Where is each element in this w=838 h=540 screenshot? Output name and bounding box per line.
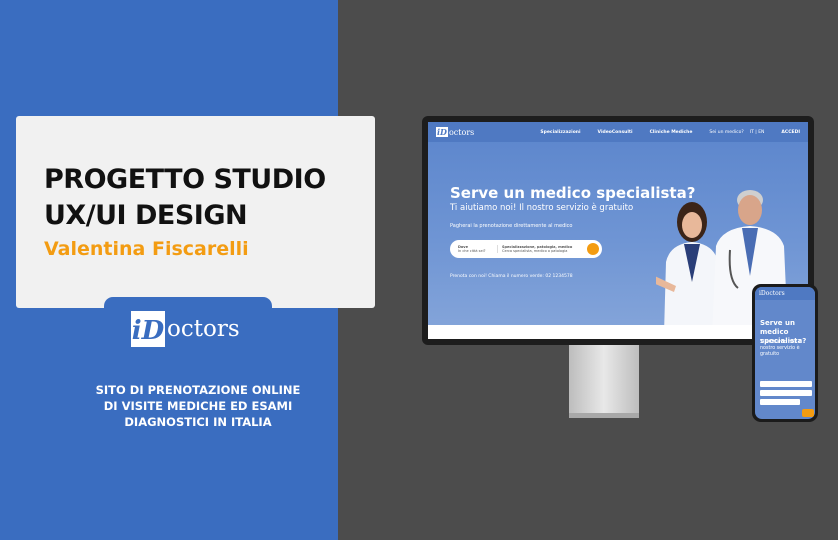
mobile-hero-subtitle: Ti aiutiamo noi! Il nostro servizio è gr… <box>760 340 802 357</box>
tagline: SITO DI PRENOTAZIONE ONLINE DI VISITE ME… <box>38 382 358 430</box>
author-name: Valentina Fiscarelli <box>44 238 249 260</box>
monitor-stand-base <box>569 413 639 418</box>
title-card: PROGETTO STUDIO UX/UI DESIGN Valentina F… <box>16 116 375 308</box>
hero-payment-note: Pagherai la prenotazione direttamente al… <box>450 223 573 229</box>
title-line-2: UX/UI DESIGN <box>44 200 248 231</box>
desktop-screen: iD octors Specializzazioni VideoConsulti … <box>428 122 808 339</box>
mobile-logo[interactable]: iDoctors <box>759 290 785 297</box>
tagline-line-2: DI VISITE MEDICHE ED ESAMI <box>103 399 293 413</box>
logo-initial: i <box>131 316 142 346</box>
search-where-placeholder: In che città sei? <box>458 249 486 253</box>
title-line-1: PROGETTO STUDIO <box>44 164 326 195</box>
nav-item-cliniche[interactable]: Cliniche Mediche <box>650 130 693 135</box>
mobile-screen: iDoctors Serve un medico specialista? Ti… <box>755 287 815 419</box>
search-spec-field[interactable]: Specializzazione, patologia, medico Cerc… <box>498 245 587 253</box>
site-logo-mark: iD <box>436 127 448 137</box>
mobile-search-spec[interactable] <box>760 390 812 396</box>
site-logo[interactable]: iD octors <box>436 127 474 137</box>
idoctors-logo: iD octors <box>131 310 240 348</box>
nav-item-specializzazioni[interactable]: Specializzazioni <box>540 130 580 135</box>
tagline-line-3: DIAGNOSTICI IN ITALIA <box>124 415 272 429</box>
monitor-stand <box>569 345 639 417</box>
mobile-search-where[interactable] <box>760 381 812 387</box>
search-button[interactable] <box>587 243 599 255</box>
nav-item-sei-medico[interactable]: Sei un medico? <box>709 130 743 135</box>
nav-item-videoconsulti[interactable]: VideoConsulti <box>598 130 633 135</box>
hero-phone-line: Prenota con noi! Chiama il numero verde:… <box>450 274 573 279</box>
search-bar[interactable]: Dove In che città sei? Specializzazione,… <box>450 240 602 258</box>
mobile-phone: iDoctors Serve un medico specialista? Ti… <box>752 284 818 422</box>
mobile-search-button[interactable] <box>802 409 814 417</box>
logo-d: D <box>141 316 165 346</box>
logo-text: octors <box>167 316 240 342</box>
hero-subtitle: Ti aiutiamo noi! Il nostro servizio è gr… <box>450 203 634 213</box>
site-logo-text: octors <box>448 127 475 137</box>
tagline-line-1: SITO DI PRENOTAZIONE ONLINE <box>95 383 301 397</box>
mobile-nav: iDoctors <box>755 287 815 300</box>
nav-item-accedi[interactable]: ACCEDI <box>781 130 800 135</box>
screen-footer <box>428 325 808 339</box>
mobile-search-extra[interactable] <box>760 399 800 405</box>
search-where-field[interactable]: Dove In che città sei? <box>458 245 498 253</box>
logo-mark: iD <box>131 311 165 347</box>
site-nav: iD octors Specializzazioni VideoConsulti … <box>428 122 808 142</box>
search-spec-placeholder: Cerca specialista, medico o patologia <box>502 249 568 253</box>
nav-item-language[interactable]: IT | EN <box>750 130 765 135</box>
